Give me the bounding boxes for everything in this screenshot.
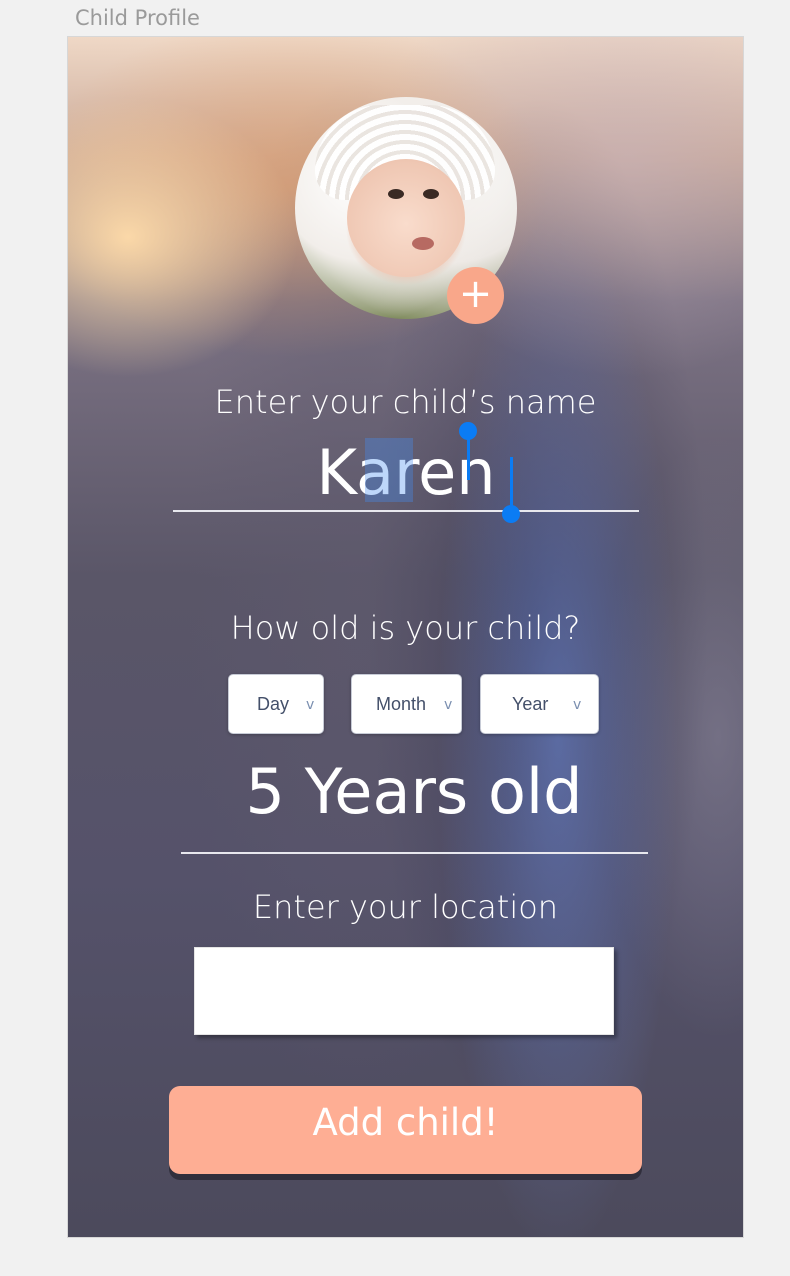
name-label: Enter your child’s name — [214, 383, 597, 421]
avatar-eye-left — [388, 189, 404, 199]
location-input[interactable] — [194, 947, 614, 1035]
location-label: Enter your location — [252, 888, 559, 926]
selection-end-handle[interactable] — [502, 505, 520, 523]
year-dropdown-label: Year — [512, 694, 549, 714]
chevron-down-icon: v — [444, 697, 453, 713]
avatar-mouth — [412, 237, 434, 250]
age-label: How old is your child? — [230, 609, 581, 647]
add-photo-button[interactable]: + — [447, 267, 504, 324]
divider — [181, 852, 648, 854]
plus-icon: + — [458, 271, 493, 317]
month-dropdown[interactable]: Month v — [351, 674, 462, 734]
artboard-title: Child Profile — [75, 6, 200, 30]
avatar-face — [347, 159, 465, 277]
text-selection-highlight — [365, 438, 413, 502]
selection-end-caret — [510, 457, 513, 507]
year-dropdown[interactable]: Year v — [480, 674, 599, 734]
age-display: 5 Years old — [245, 755, 583, 828]
child-profile-screen: + Enter your child’s name Karen How old … — [68, 37, 743, 1237]
avatar-eye-right — [423, 189, 439, 199]
add-child-label: Add child! — [312, 1100, 499, 1144]
add-child-button[interactable]: Add child! — [169, 1086, 642, 1174]
selection-start-caret — [467, 432, 470, 480]
day-dropdown-label: Day — [257, 694, 290, 714]
month-dropdown-label: Month — [376, 694, 427, 714]
chevron-down-icon: v — [573, 697, 582, 713]
chevron-down-icon: v — [306, 697, 315, 713]
day-dropdown[interactable]: Day v — [228, 674, 324, 734]
